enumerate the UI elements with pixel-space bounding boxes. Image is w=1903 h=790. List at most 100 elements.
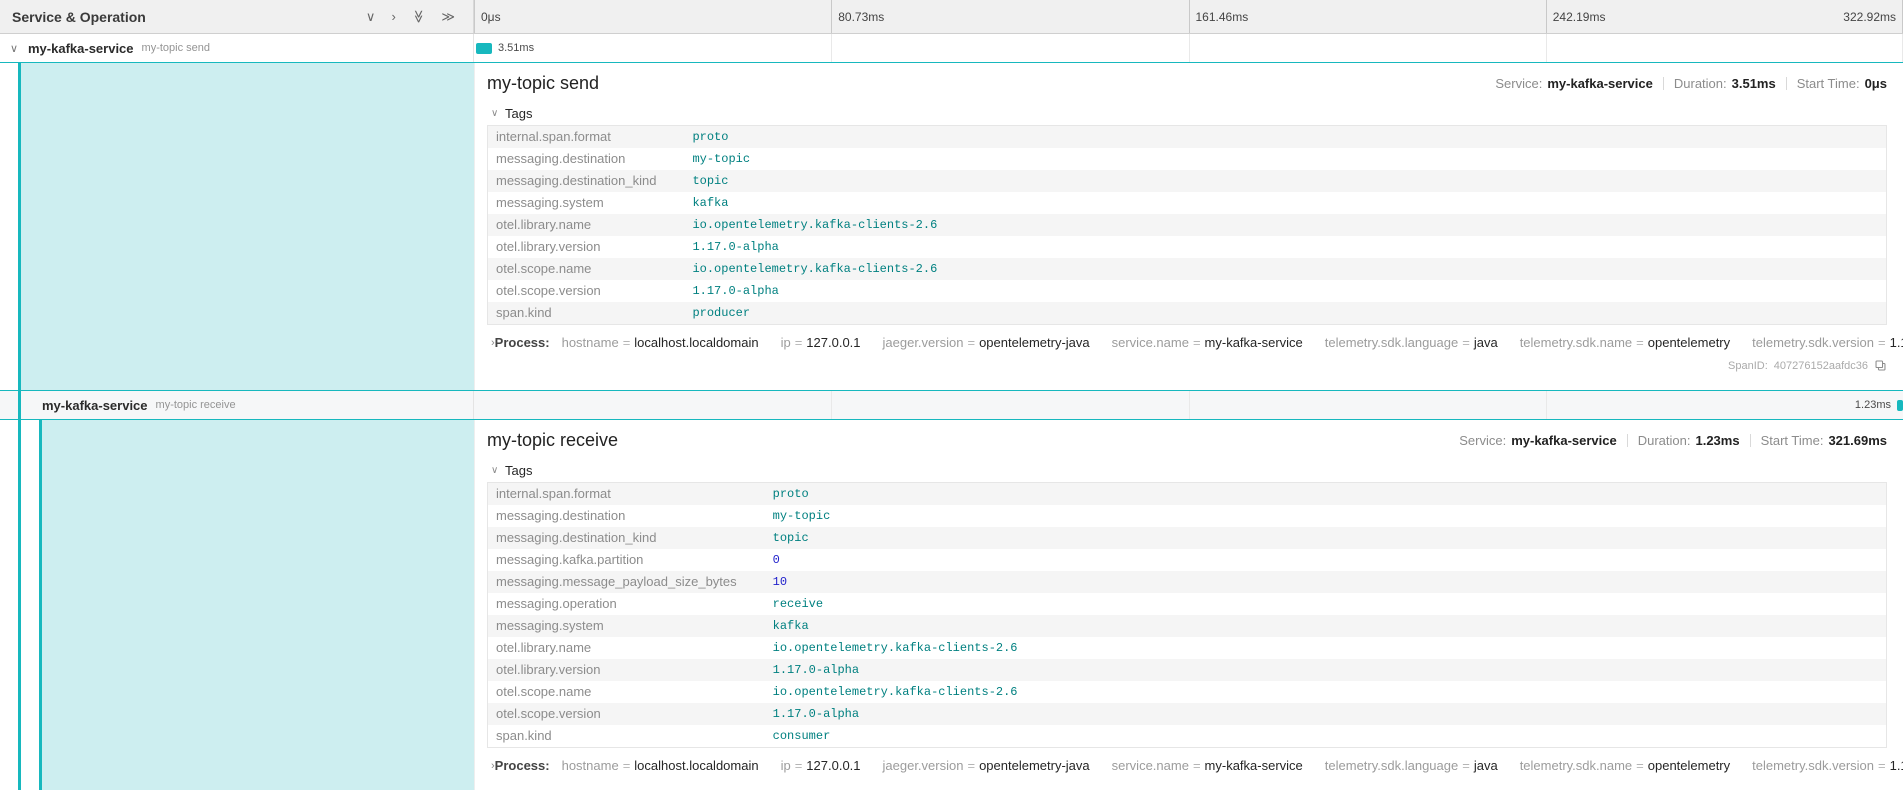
copy-spanid-icon[interactable] [1874,359,1887,372]
process-key: jaeger.version [883,335,964,350]
collapse-one-icon[interactable]: ∨ [366,10,376,23]
tag-value: 0 [765,549,1887,571]
indent-guide-line [18,391,21,419]
indent-guide-line [39,420,42,790]
process-value: 1.17.0 [1890,758,1903,773]
process-key: service.name [1112,758,1189,773]
tag-key: messaging.message_payload_size_bytes [488,571,765,593]
tag-key: messaging.destination [488,505,765,527]
ruler-tick-1: 80.73ms [831,0,884,33]
tag-key: messaging.system [488,615,765,637]
timeline-ruler[interactable]: 0μs 80.73ms 161.46ms 242.19ms 322.92ms [474,0,1903,33]
process-key: telemetry.sdk.language [1325,758,1458,773]
tag-value: producer [684,302,1886,325]
expand-one-icon[interactable]: › [391,10,395,23]
tag-key: otel.library.version [488,236,685,258]
tag-value: kafka [684,192,1886,214]
equals-sign: = [1636,335,1644,350]
equals-sign: = [967,335,975,350]
tag-row: otel.library.nameio.opentelemetry.kafka-… [488,637,1887,659]
gridline [831,391,832,419]
tag-row: span.kindconsumer [488,725,1887,748]
meta-start-label: Start Time: [1761,433,1824,448]
chevron-down-icon[interactable]: ∨ [0,42,28,55]
equals-sign: = [1878,335,1886,350]
tag-key: otel.library.version [488,659,765,681]
process-key: hostname [562,335,619,350]
process-key: ip [781,758,791,773]
gridline [1189,391,1190,419]
meta-duration-value: 3.51ms [1732,76,1776,91]
equals-sign: = [795,758,803,773]
tag-row: messaging.kafka.partition0 [488,549,1887,571]
tags-table: internal.span.formatproto messaging.dest… [487,482,1887,748]
tag-value: my-topic [765,505,1887,527]
tag-key: messaging.destination [488,148,685,170]
meta-service-label: Service: [1459,433,1506,448]
meta-start-value: 0μs [1865,76,1887,91]
process-label: Process: [495,758,550,773]
span-tree-offset [0,420,474,790]
tag-value: 1.17.0-alpha [765,659,1887,681]
process-value: opentelemetry [1648,758,1730,773]
tags-accordion-header[interactable]: ∨ Tags [487,460,1887,482]
tag-key: span.kind [488,302,685,325]
tag-value: 1.17.0-alpha [765,703,1887,725]
span-duration-bar-send[interactable] [476,43,492,54]
span-name-cell-send[interactable]: ∨ my-kafka-service my-topic send [0,34,474,62]
process-value: opentelemetry-java [979,335,1090,350]
process-value: java [1474,335,1498,350]
process-value: opentelemetry-java [979,758,1090,773]
detail-indent-band [21,63,474,390]
trace-timeline-view: Service & Operation ∨ › ≫ ≫ 0μs 80.73ms … [0,0,1903,790]
gridline [1546,391,1547,419]
span-operation-name: my-topic receive [156,399,236,411]
span-duration-bar-receive[interactable] [1897,400,1903,411]
tag-key: otel.scope.version [488,280,685,302]
spanid-line: SpanID: 407276152aafdc36 [487,359,1887,372]
tag-key: otel.library.name [488,214,685,236]
collapse-all-icon[interactable]: ≫ [412,10,425,24]
tag-row: messaging.destination_kindtopic [488,527,1887,549]
span-name-cell-receive[interactable]: my-kafka-service my-topic receive [0,391,474,419]
tag-value: kafka [765,615,1887,637]
spanid-value: 407276152aafdc36 [1774,360,1868,372]
tags-accordion-header[interactable]: ∨ Tags [487,103,1887,125]
tag-row: messaging.destinationmy-topic [488,505,1887,527]
tag-row: otel.library.version1.17.0-alpha [488,236,1887,258]
process-key: telemetry.sdk.name [1520,335,1632,350]
tags-accordion: ∨ Tags internal.span.formatproto messagi… [487,460,1887,748]
tag-value: proto [684,126,1886,149]
tag-key: internal.span.format [488,483,765,506]
meta-duration-label: Duration: [1638,433,1691,448]
equals-sign: = [623,335,631,350]
meta-divider [1663,77,1664,90]
span-detail-title: my-topic send [487,72,599,95]
tag-key: internal.span.format [488,126,685,149]
process-value: java [1474,758,1498,773]
tag-row: messaging.systemkafka [488,615,1887,637]
tag-key: otel.library.name [488,637,765,659]
equals-sign: = [1193,335,1201,350]
equals-sign: = [1462,758,1470,773]
process-accordion-header[interactable]: › Process: hostname=localhost.localdomai… [487,758,1887,773]
equals-sign: = [623,758,631,773]
process-key: jaeger.version [883,758,964,773]
tag-row: otel.scope.nameio.opentelemetry.kafka-cl… [488,681,1887,703]
indent-guide-line [18,420,21,790]
tag-value: proto [765,483,1887,506]
meta-service-value: my-kafka-service [1511,433,1617,448]
tag-value: topic [765,527,1887,549]
process-label: Process: [495,335,550,350]
process-value: 127.0.0.1 [806,335,860,350]
tag-value: 1.17.0-alpha [684,236,1886,258]
meta-start-value: 321.69ms [1828,433,1887,448]
tag-row: internal.span.formatproto [488,126,1887,149]
tag-row: otel.library.nameio.opentelemetry.kafka-… [488,214,1887,236]
process-value: opentelemetry [1648,335,1730,350]
expand-all-icon[interactable]: ≫ [441,10,455,23]
tag-key: messaging.destination_kind [488,170,685,192]
equals-sign: = [967,758,975,773]
tag-key: messaging.operation [488,593,765,615]
process-accordion-header[interactable]: › Process: hostname=localhost.localdomai… [487,335,1887,350]
